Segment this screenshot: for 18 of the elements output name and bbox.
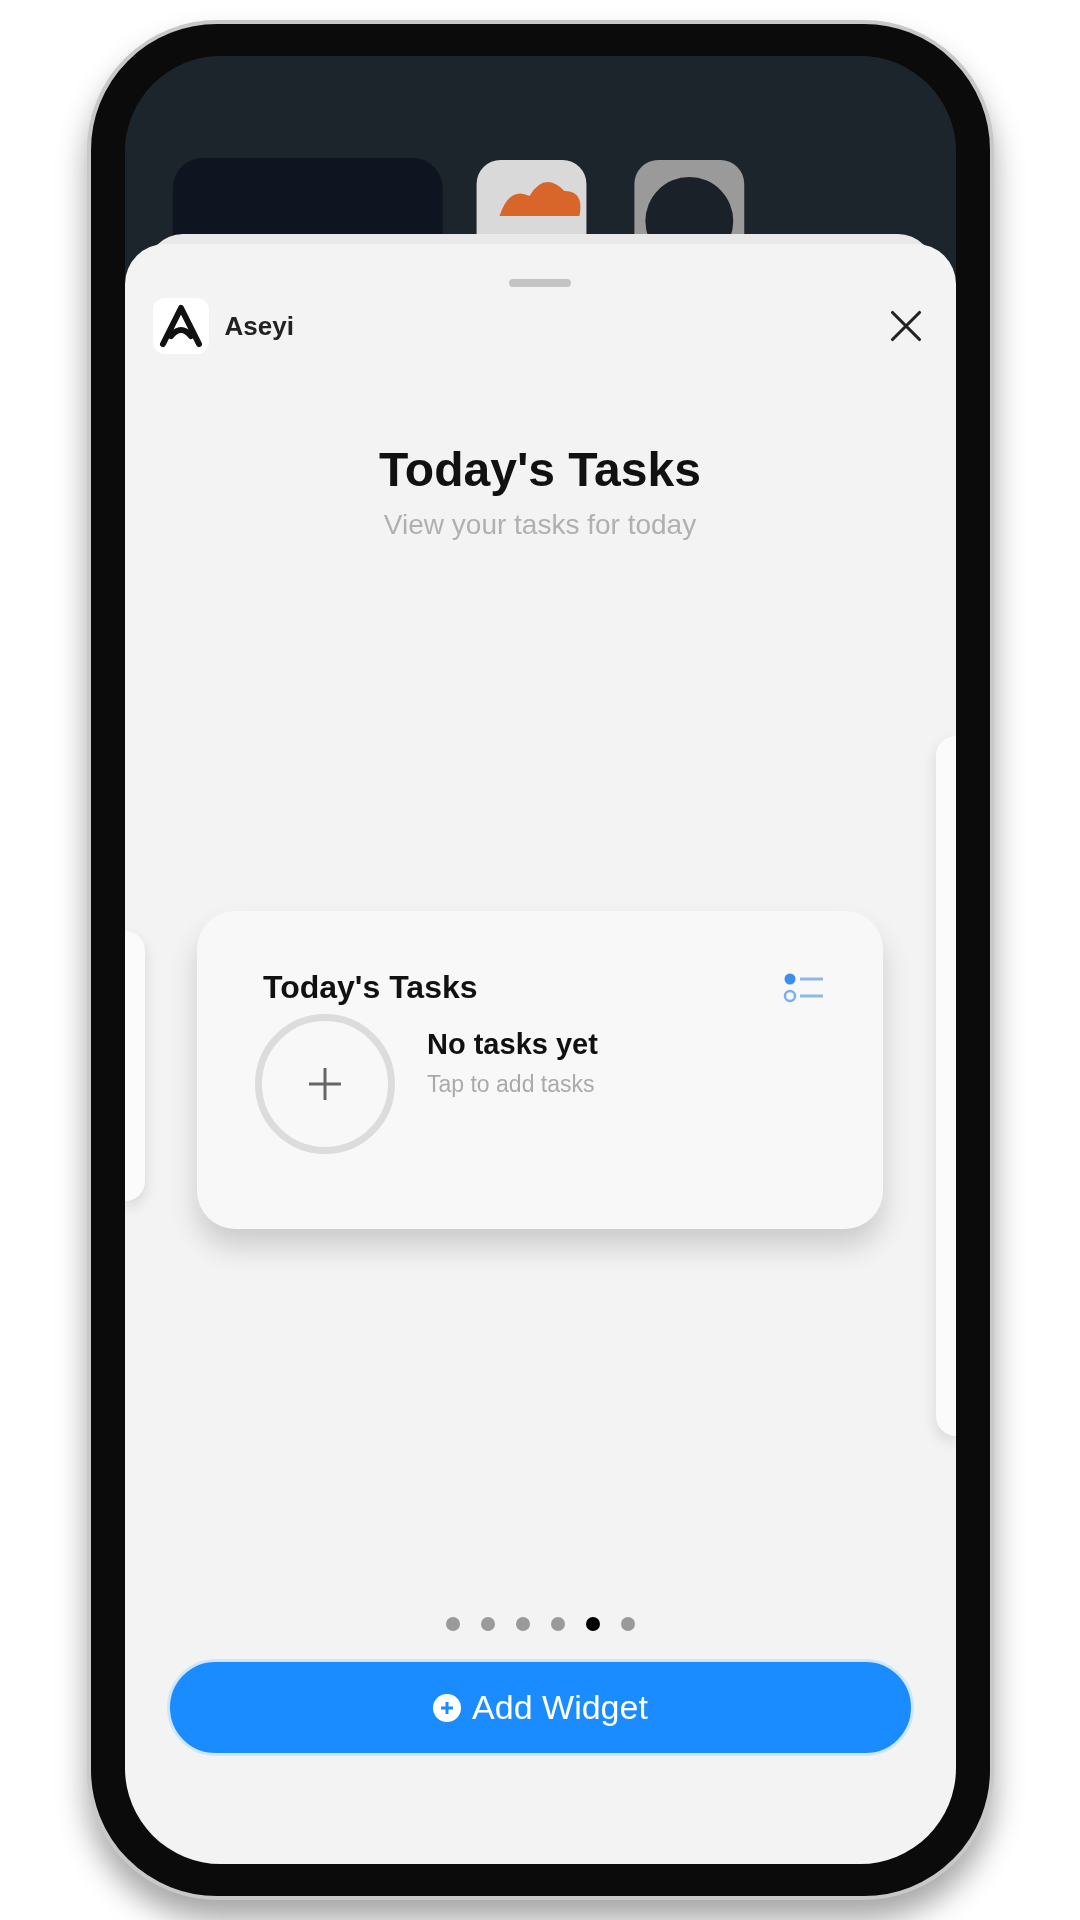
logo-icon	[152, 298, 209, 354]
empty-state-hint: Tap to add tasks	[427, 1071, 596, 1098]
widget-preview-card[interactable]	[124, 931, 145, 1201]
page-dot[interactable]	[585, 1617, 600, 1631]
widget-preview-card[interactable]: Today's Tasks No tasks yet Tap to add tasks	[197, 911, 883, 1229]
add-task-button[interactable]	[255, 1014, 395, 1154]
sheet-title: Today's Tasks	[379, 442, 701, 497]
page-dot[interactable]	[515, 1617, 530, 1631]
sheet-subtitle: View your tasks for today	[383, 509, 697, 541]
page-dot[interactable]	[550, 1617, 565, 1631]
app-name: Aseyi	[224, 310, 295, 342]
drag-handle[interactable]	[509, 279, 571, 287]
page-dot[interactable]	[445, 1617, 460, 1631]
widget-title: Today's Tasks	[263, 969, 478, 1006]
plus-icon	[432, 1692, 463, 1723]
page-dot[interactable]	[480, 1617, 495, 1631]
empty-state-title: No tasks yet	[427, 1028, 598, 1061]
page-dot[interactable]	[620, 1617, 635, 1631]
